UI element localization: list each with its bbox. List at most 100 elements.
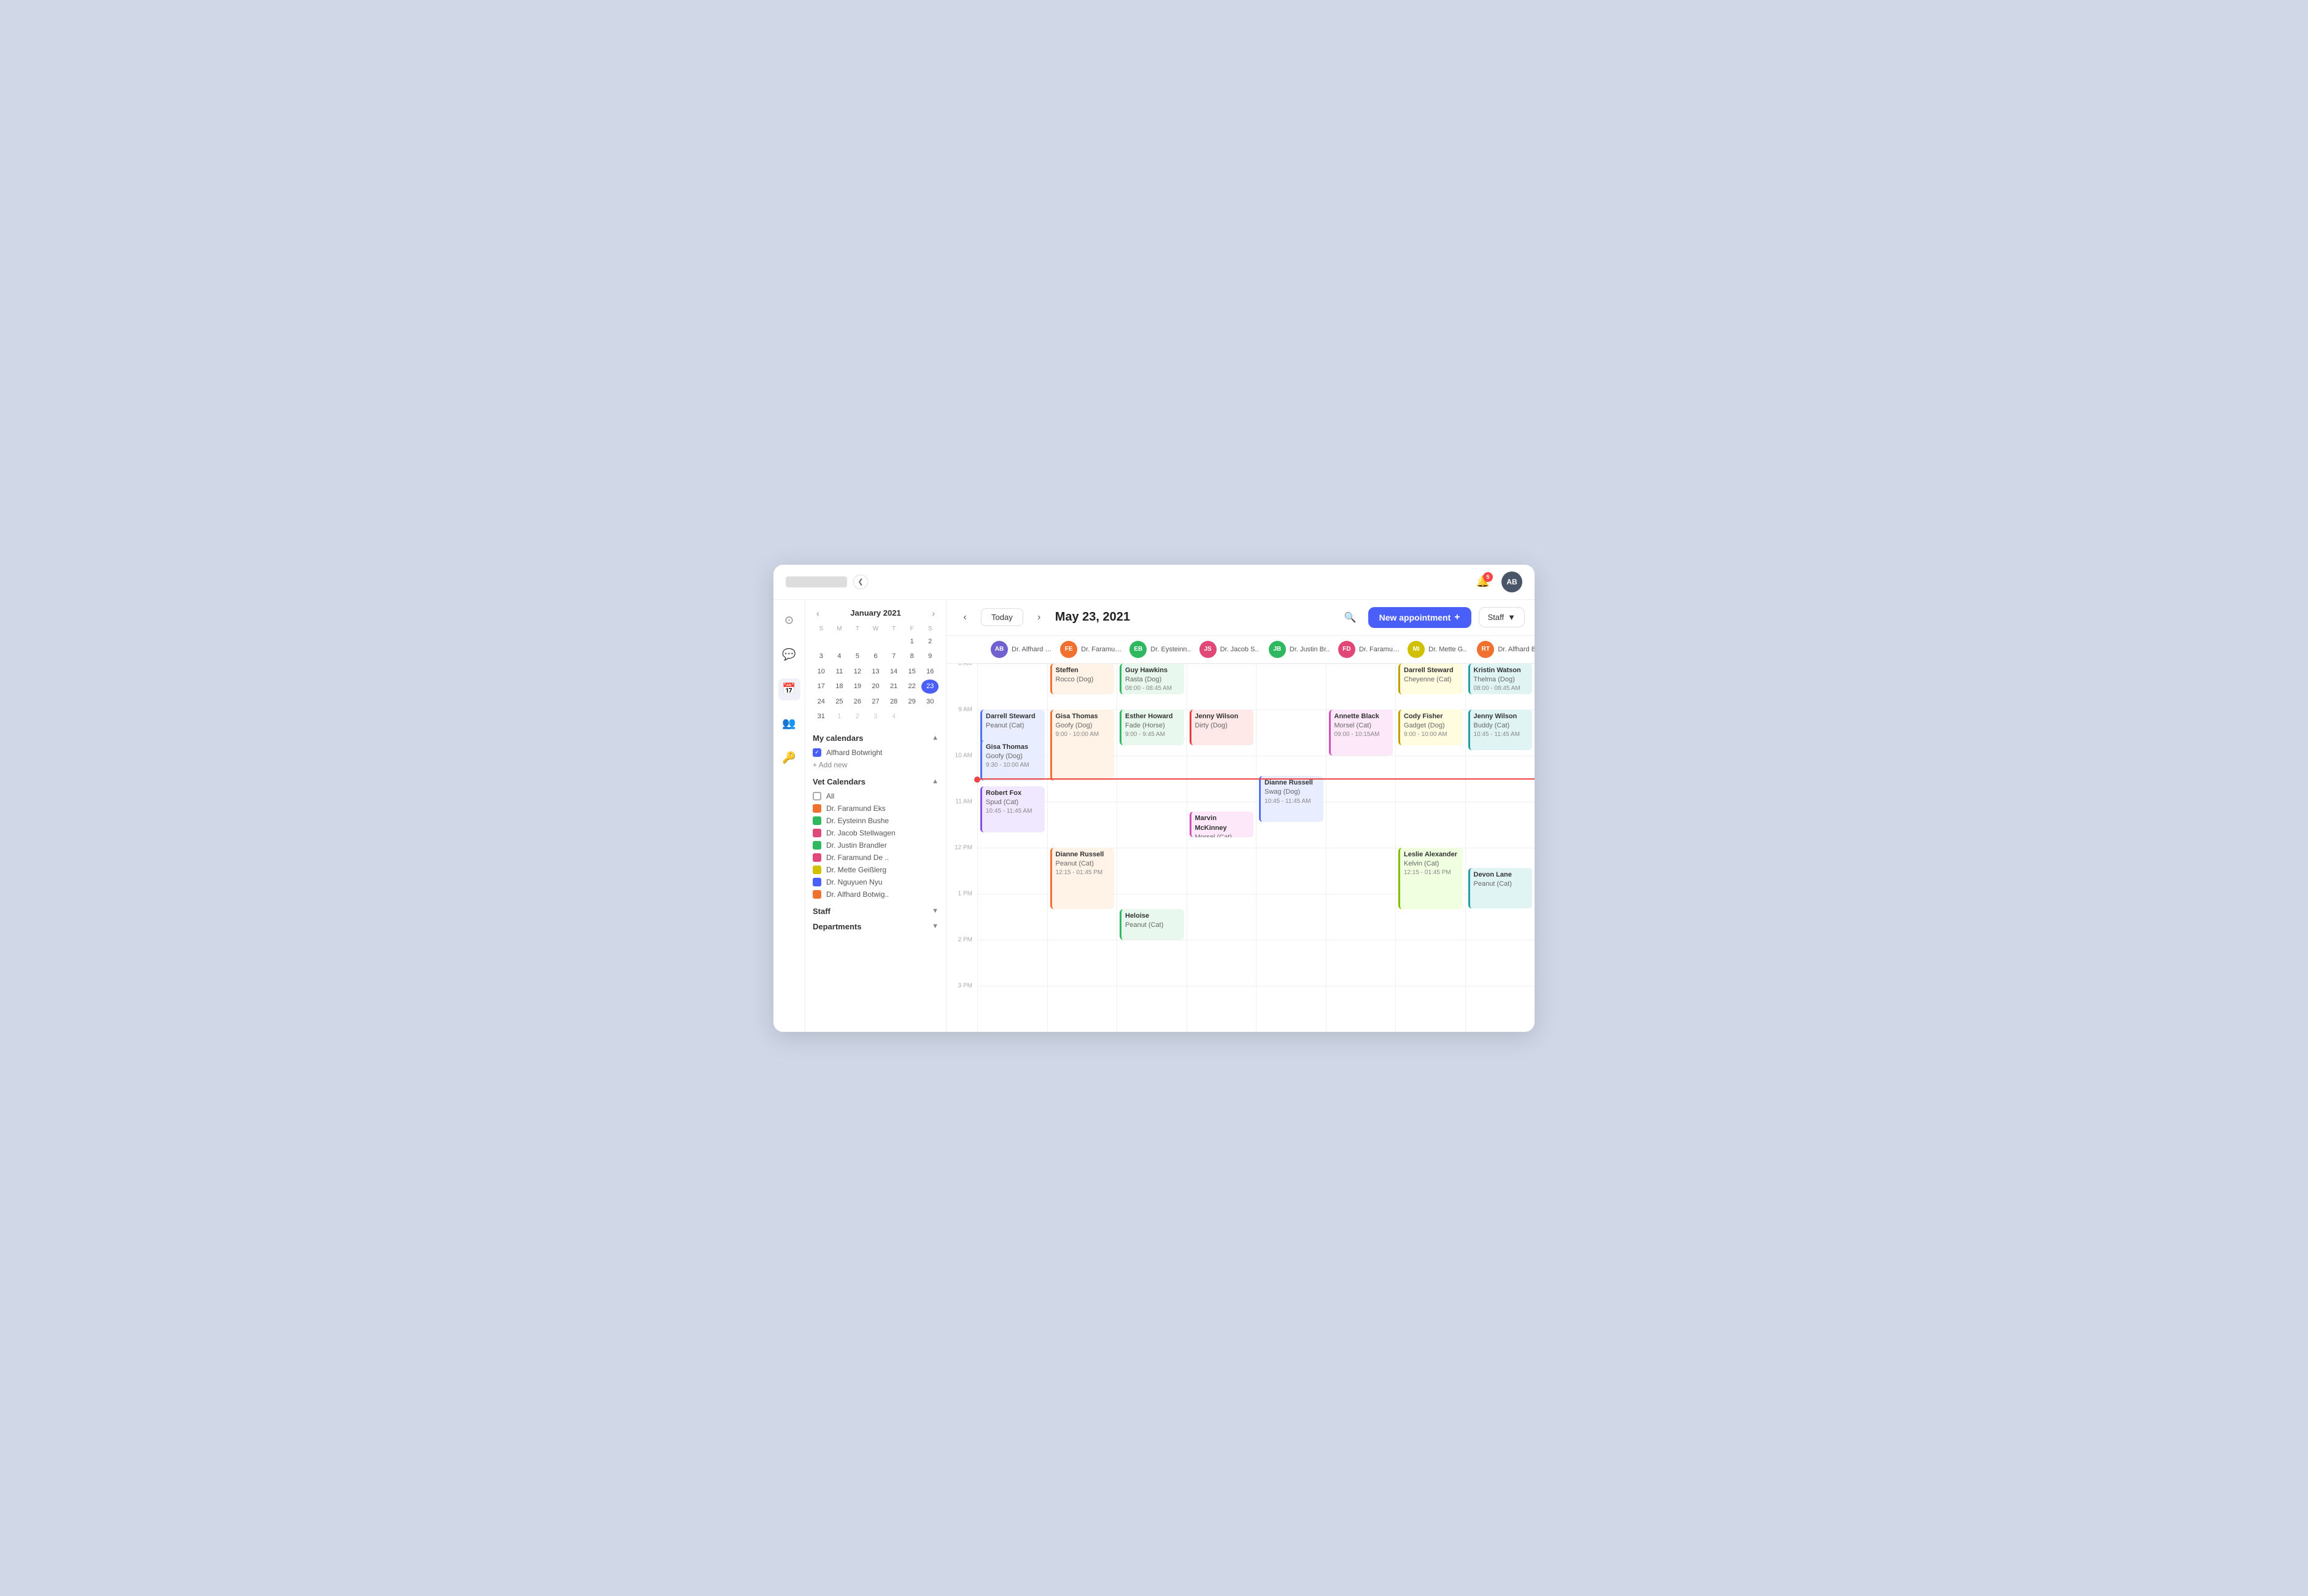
vet-cal-checkbox[interactable]	[813, 792, 821, 800]
mini-cal-day[interactable]: 28	[885, 695, 902, 709]
doctor-name: Dr. Justin Br..	[1290, 646, 1330, 653]
mini-cal-day[interactable]: 12	[849, 665, 866, 679]
vet-cal-item[interactable]: Dr. Faramund De ..	[813, 851, 939, 864]
appt-time: 10:45 - 11:45 AM	[1474, 730, 1529, 739]
my-cal-checkbox[interactable]: ✓	[813, 748, 821, 757]
mini-cal-day[interactable]: 3	[813, 649, 830, 664]
cal-prev-btn[interactable]: ‹	[956, 609, 974, 626]
mini-cal-day[interactable]: 6	[867, 649, 885, 664]
vet-cal-item[interactable]: Dr. Eysteinn Bushe	[813, 815, 939, 827]
mini-cal-day[interactable]: 2	[921, 635, 939, 649]
nav-home[interactable]: ⊙	[778, 610, 800, 632]
vet-cal-item[interactable]: Dr. Nguyuen Nyu	[813, 876, 939, 888]
appt-animal: Fade (Horse)	[1125, 721, 1180, 730]
appointment-card[interactable]: Dianne Russell Peanut (Cat) 12:15 - 01:4…	[1050, 848, 1115, 909]
vet-cal-item[interactable]: Dr. Faramund Eks	[813, 802, 939, 815]
mini-cal-day[interactable]: 26	[849, 695, 866, 709]
notifications-button[interactable]: 🔔 5	[1472, 571, 1494, 593]
mini-cal-day[interactable]: 23	[921, 680, 939, 694]
staff-button[interactable]: Staff ▼	[1479, 607, 1525, 627]
staff-section-title[interactable]: Staff ▼	[813, 907, 939, 916]
mini-cal-day[interactable]: 16	[921, 665, 939, 679]
mini-cal-day[interactable]: 19	[849, 680, 866, 694]
collapse-button[interactable]: ❮	[853, 575, 868, 589]
appt-animal: Peanut (Cat)	[1125, 921, 1180, 930]
appt-animal: Spud (Cat)	[986, 798, 1041, 807]
appointment-card[interactable]: Cody Fisher Gadget (Dog) 9:00 - 10:00 AM	[1398, 710, 1463, 745]
appointment-card[interactable]: Steffen Rocco (Dog)	[1050, 664, 1115, 694]
appt-time: 08:00 - 08:45 AM	[1125, 684, 1180, 693]
today-button[interactable]: Today	[981, 608, 1023, 626]
mini-cal-day[interactable]: 11	[831, 665, 848, 679]
departments-section-title[interactable]: Departments ▼	[813, 922, 939, 931]
my-calendars-title[interactable]: My calendars ▲	[813, 734, 939, 743]
appointment-card[interactable]: Kristin Watson Thelma (Dog) 08:00 - 08:4…	[1468, 664, 1533, 694]
mini-cal-day[interactable]: 18	[831, 680, 848, 694]
appointment-card[interactable]: Jenny Wilson Buddy (Cat) 10:45 - 11:45 A…	[1468, 710, 1533, 751]
nav-calendar[interactable]: 📅	[778, 678, 800, 700]
mini-cal-day[interactable]: 31	[813, 710, 830, 724]
add-new-calendar[interactable]: + Add new	[813, 759, 939, 771]
doctors-header: AB Dr. Alfhard B.. FE Dr. Faramund.. EB …	[987, 641, 1535, 658]
appointment-card[interactable]: Esther Howard Fade (Horse) 9:00 - 9:45 A…	[1120, 710, 1184, 745]
vet-cal-item[interactable]: Dr. Justin Brandler	[813, 839, 939, 851]
appt-time: 9:00 - 10:00 AM	[1404, 730, 1459, 739]
mini-cal-day[interactable]: 13	[867, 665, 885, 679]
new-appointment-button[interactable]: New appointment +	[1368, 607, 1471, 628]
mini-cal-day[interactable]: 5	[849, 649, 866, 664]
mini-cal-day[interactable]: 30	[921, 695, 939, 709]
mini-cal-day[interactable]: 4	[831, 649, 848, 664]
doctor-column-header: MI Dr. Mette G..	[1404, 641, 1473, 658]
my-calendar-item[interactable]: ✓ Alfhard Botwright	[813, 746, 939, 759]
mini-cal-prev[interactable]: ‹	[813, 607, 823, 619]
notification-badge: 5	[1483, 572, 1493, 582]
vet-cal-dot	[813, 841, 821, 850]
appointment-card[interactable]: Jenny Wilson Dirty (Dog)	[1190, 710, 1254, 745]
cal-next-btn[interactable]: ›	[1031, 609, 1048, 626]
appointment-card[interactable]: Dianne Russell Swag (Dog) 10:45 - 11:45 …	[1259, 776, 1323, 822]
appointment-card[interactable]: Gisa Thomas Goofy (Dog) 9:00 - 10:00 AM	[1050, 710, 1115, 781]
mini-cal-day[interactable]: 9	[921, 649, 939, 664]
vet-calendars-title[interactable]: Vet Calendars ▲	[813, 777, 939, 786]
mini-cal-day[interactable]: 29	[904, 695, 921, 709]
mini-cal-day[interactable]: 27	[867, 695, 885, 709]
appointment-card[interactable]: Gisa Thomas Goofy (Dog) 9:30 - 10:00 AM	[980, 740, 1045, 781]
appointment-card[interactable]: Devon Lane Peanut (Cat)	[1468, 868, 1533, 909]
appointment-card[interactable]: Heloise Peanut (Cat)	[1120, 909, 1184, 940]
appointment-card[interactable]: Marvin McKinney Morsel (Cat)	[1190, 812, 1254, 837]
mini-cal-next[interactable]: ›	[928, 607, 939, 619]
vet-cal-item[interactable]: Dr. Alfhard Botwig..	[813, 888, 939, 901]
mini-cal-day[interactable]: 20	[867, 680, 885, 694]
mini-cal-day[interactable]: 22	[904, 680, 921, 694]
nav-settings[interactable]: 🔑	[778, 747, 800, 769]
calendar-date-title: May 23, 2021	[1055, 610, 1333, 624]
doctor-column-header: JS Dr. Jacob S..	[1196, 641, 1265, 658]
vet-cal-item[interactable]: Dr. Jacob Stellwagen	[813, 827, 939, 839]
mini-cal-day[interactable]: 4	[885, 710, 902, 724]
appointment-card[interactable]: Robert Fox Spud (Cat) 10:45 - 11:45 AM	[980, 786, 1045, 832]
nav-messages[interactable]: 💬	[778, 644, 800, 666]
vet-cal-item[interactable]: All	[813, 790, 939, 802]
mini-cal-day[interactable]: 8	[904, 649, 921, 664]
doctor-name: Dr. Alfhard B	[1498, 646, 1535, 653]
mini-cal-day[interactable]: 25	[831, 695, 848, 709]
mini-cal-day[interactable]: 10	[813, 665, 830, 679]
appointment-card[interactable]: Darrell Steward Cheyenne (Cat)	[1398, 664, 1463, 694]
appointment-card[interactable]: Annette Black Morsel (Cat) 09:00 - 10:15…	[1329, 710, 1393, 756]
mini-cal-day[interactable]: 1	[831, 710, 848, 724]
mini-cal-day[interactable]: 17	[813, 680, 830, 694]
appointment-card[interactable]: Leslie Alexander Kelvin (Cat) 12:15 - 01…	[1398, 848, 1463, 909]
appointment-card[interactable]: Guy Hawkins Rasta (Dog) 08:00 - 08:45 AM	[1120, 664, 1184, 694]
mini-cal-day[interactable]: 24	[813, 695, 830, 709]
mini-cal-day[interactable]: 3	[867, 710, 885, 724]
mini-cal-day[interactable]: 1	[904, 635, 921, 649]
mini-cal-day[interactable]: 2	[849, 710, 866, 724]
mini-cal-day[interactable]: 15	[904, 665, 921, 679]
nav-patients[interactable]: 👥	[778, 713, 800, 735]
vet-cal-item[interactable]: Dr. Mette Geißlerg	[813, 864, 939, 876]
user-avatar[interactable]: AB	[1501, 571, 1522, 592]
mini-cal-day[interactable]: 7	[885, 649, 902, 664]
search-button[interactable]: 🔍	[1340, 607, 1361, 628]
mini-cal-day[interactable]: 21	[885, 680, 902, 694]
mini-cal-day[interactable]: 14	[885, 665, 902, 679]
